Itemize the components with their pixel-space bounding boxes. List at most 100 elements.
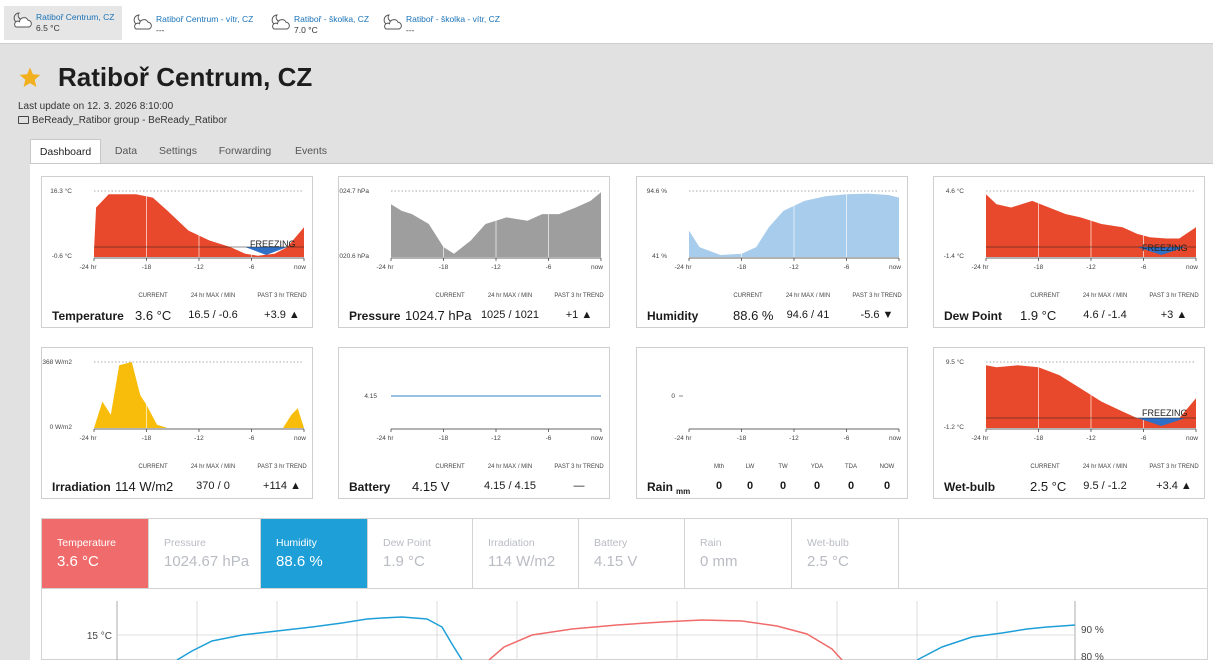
x-tick-label: -24 hr [972,264,990,271]
rain-col-value: 0 [779,480,787,492]
card-wet-bulb[interactable]: -24 hr -18 -12 -6 now 9.5 °C -1.2 °C FREEZING CU… [933,347,1205,499]
tab-data[interactable]: Data [106,139,146,164]
metric-value: 1024.67 hPa [164,553,250,570]
rain-col-value: 0 [847,480,855,492]
x-tick-label: -6 [546,435,552,442]
freezing-label: FREEZING [250,239,296,249]
card-irradiation[interactable]: -24 hr -18 -12 -6 now 368 W/m2 0 W/m2 CURRENT 24… [41,347,313,499]
card-label: Dew Point [944,309,1003,323]
card-label-text: Rain [647,480,674,494]
x-tick-label: -6 [1141,264,1147,271]
rain-col-header: TW [778,464,788,470]
left-axis-label: 15 °C [87,631,112,642]
metric-selector: Temperature 3.6 °C Pressure 1024.67 hPa … [41,518,1208,589]
y-max-label: 4.6 °C [946,187,964,195]
humidity-line [176,616,463,660]
rain-col-value: 0 [813,480,821,492]
sparkline-chart: -24 hr -18 -12 -6 now 368 W/m2 0 W/m2 [42,359,306,442]
card-current-value: 1.9 °C [1020,308,1057,323]
y-level-label: 0 [671,393,675,400]
station-tab-ratibor-skolka-vitr[interactable]: Ratiboř - školka - vítr, CZ --- [374,8,506,38]
x-tick-label: -24 hr [377,264,395,271]
card-unit: mm [676,487,691,496]
card-battery[interactable]: -24 hr -18 -12 -6 now 4.15 CURRENT 24 hr MAX / … [338,347,610,499]
station-value: 7.0 °C [294,25,318,35]
x-tick-label: -6 [249,435,255,442]
history-chart-svg: 15 °C 90 % 80 % [87,601,1104,660]
x-tick-label: -6 [249,264,255,271]
x-tick-label: -12 [1086,435,1096,442]
header-current: CURRENT [1030,464,1060,470]
x-tick-label: -18 [142,264,152,271]
rain-col-value: 0 [746,480,754,492]
metric-humidity[interactable]: Humidity 88.6 % [261,519,368,588]
station-tab-ratibor-centrum-vitr[interactable]: Ratiboř Centrum - vítr, CZ --- [124,8,260,38]
metric-temperature[interactable]: Temperature 3.6 °C [42,519,149,588]
card-current-value: 4.15 V [412,479,450,494]
header-current: CURRENT [435,464,465,470]
header-current: CURRENT [733,293,763,299]
tab-forwarding[interactable]: Forwarding [210,139,280,164]
humidity-line [916,624,1076,660]
header-current: CURRENT [435,293,465,299]
card-temperature[interactable]: -24 hr -18 -12 -6 now 16.3 °C -0.6 °C FREEZING C… [41,176,313,328]
header-trend: PAST 3 hr TREND [1149,293,1199,299]
header-minmax: 24 hr MAX / MIN [785,293,831,299]
temperature-line [488,619,843,660]
x-tick-label: -18 [737,264,747,271]
x-tick-label: -24 hr [675,264,693,271]
y-min-label: -1.2 °C [944,423,965,431]
x-tick-label: -18 [737,435,747,442]
y-max-label: 1024.7 hPa [339,188,369,195]
card-current-value: 114 W/m2 [115,479,174,494]
card-rain[interactable]: -24 hr -18 -12 -6 now 0 Rain mm Mth 0 LW 0 TW 0 YDA 0 TD… [636,347,908,499]
station-value: 6.5 °C [36,23,60,33]
history-chart[interactable]: 15 °C 90 % 80 % [41,589,1208,660]
metric-battery[interactable]: Battery 4.15 V [579,519,685,588]
station-name: Ratiboř - školka, CZ [294,14,370,24]
tab-settings[interactable]: Settings [152,139,204,164]
card-trend-value: +3.9 ▲ [264,309,300,321]
card-label: Wet-bulb [944,480,996,494]
group-link[interactable]: BeReady_Ratibor group - BeReady_Ratibor [18,115,227,126]
tab-events[interactable]: Events [286,139,336,164]
tab-dashboard[interactable]: Dashboard [30,139,101,164]
sparkline-chart: -24 hr -18 -12 -6 now 4.15 [364,393,603,442]
card-minmax-value: 94.6 / 41 [786,309,830,321]
card-trend-value: — [573,480,585,492]
sparkline-chart: -24 hr -18 -12 -6 now 4.6 °C -1.4 °C [944,187,1199,271]
last-update-text: Last update on 12. 3. 2026 8:10:00 [18,101,174,112]
metric-wet-bulb[interactable]: Wet-bulb 2.5 °C [792,519,899,588]
card-pressure[interactable]: -24 hr -18 -12 -6 now 1024.7 hPa 1020.6 hPa CUR… [338,176,610,328]
rain-col-value: 0 [883,480,891,492]
y-min-label: 0 W/m2 [50,424,73,431]
metric-irradiation[interactable]: Irradiation 114 W/m2 [473,519,579,588]
card-dew-point[interactable]: -24 hr -18 -12 -6 now 4.6 °C -1.4 °C FREEZING CU… [933,176,1205,328]
metric-value: 4.15 V [594,553,638,570]
card-current-value: 2.5 °C [1030,479,1067,494]
station-tab-ratibor-skolka[interactable]: Ratiboř - školka, CZ 7.0 °C [262,8,370,38]
header-trend: PAST 3 hr TREND [1149,464,1199,470]
metric-value: 2.5 °C [807,553,849,570]
metric-label: Irradiation [488,537,535,549]
header-trend: PAST 3 hr TREND [257,293,307,299]
metric-value: 88.6 % [276,553,323,570]
rain-col-header: Mth [713,464,724,470]
metric-dew-point[interactable]: Dew Point 1.9 °C [368,519,473,588]
x-tick-label: -6 [844,435,850,442]
freezing-label: FREEZING [1142,408,1188,418]
x-tick-label: -24 hr [972,435,990,442]
metric-label: Dew Point [383,537,431,549]
favorite-star-icon[interactable] [18,66,42,90]
card-humidity[interactable]: -24 hr -18 -12 -6 now 94.6 % 41 % CURRENT 24 hr … [636,176,908,328]
x-tick-label: -24 hr [80,264,98,271]
header-minmax: 24 hr MAX / MIN [190,293,236,299]
header-current: CURRENT [1030,293,1060,299]
metric-pressure[interactable]: Pressure 1024.67 hPa [149,519,261,588]
card-label: Battery [349,480,391,494]
card-label: Temperature [52,309,124,323]
rain-col-value: 0 [715,480,723,492]
metric-rain[interactable]: Rain 0 mm [685,519,792,588]
card-label: Irradiation [52,480,111,494]
station-tab-ratibor-centrum[interactable]: Ratiboř Centrum, CZ 6.5 °C [4,6,122,40]
